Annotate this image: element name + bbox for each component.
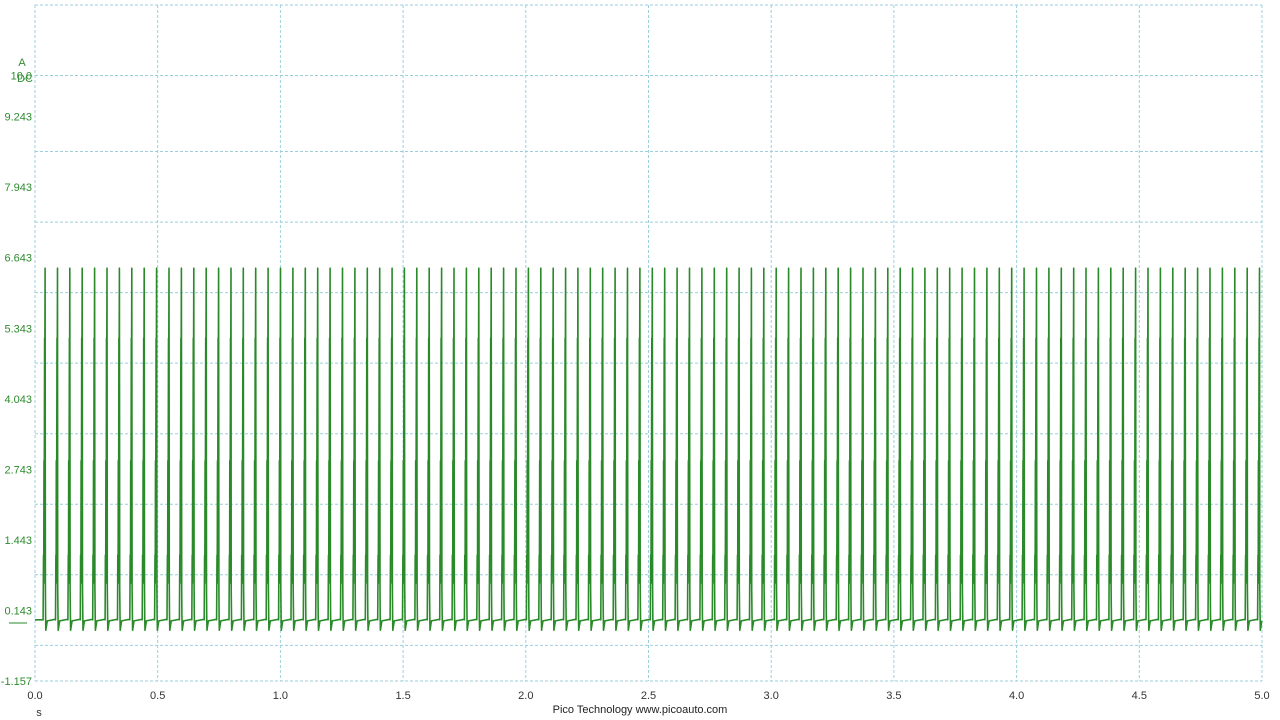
x-tick-label: 4.5	[1132, 690, 1147, 702]
footer-credit: Pico Technology www.picoauto.com	[552, 704, 728, 716]
y-tick-label: 5.343	[4, 323, 32, 335]
x-tick-label: 3.0	[764, 690, 779, 702]
y-tick-label: 6.643	[4, 253, 32, 265]
x-tick-label: 0.0	[27, 690, 42, 702]
y-tick-label: 7.943	[4, 182, 32, 194]
y-tick-label: 9.243	[4, 112, 32, 124]
y-unit-label: A	[18, 57, 26, 69]
y-tick-label: 4.043	[4, 394, 32, 406]
x-tick-label: 2.5	[641, 690, 656, 702]
x-tick-label: 4.0	[1009, 690, 1024, 702]
x-tick-label: 2.0	[518, 690, 533, 702]
x-axis-ticks: 0.0 0.5 1.0 1.5 2.0 2.5 3.0 3.5 4.0 4.5 5.0	[27, 690, 1269, 702]
y-tick-label: 1.443	[4, 535, 32, 547]
y-tick-label: 2.743	[4, 464, 32, 476]
y-tick-label: -1.157	[1, 676, 32, 688]
x-tick-label: 0.5	[150, 690, 165, 702]
y-axis-ticks: 10.09.2437.9436.6435.3434.0432.7431.4430…	[1, 71, 32, 688]
x-tick-label: 1.5	[395, 690, 410, 702]
oscilloscope-chart: 10.09.2437.9436.6435.3434.0432.7431.4430…	[1, 4, 1270, 719]
y-tick-label: 0.143	[4, 605, 32, 617]
x-tick-label: 3.5	[886, 690, 901, 702]
x-tick-label: 5.0	[1254, 690, 1269, 702]
x-tick-label: 1.0	[273, 690, 288, 702]
y-coupling-label: DC	[17, 73, 33, 85]
